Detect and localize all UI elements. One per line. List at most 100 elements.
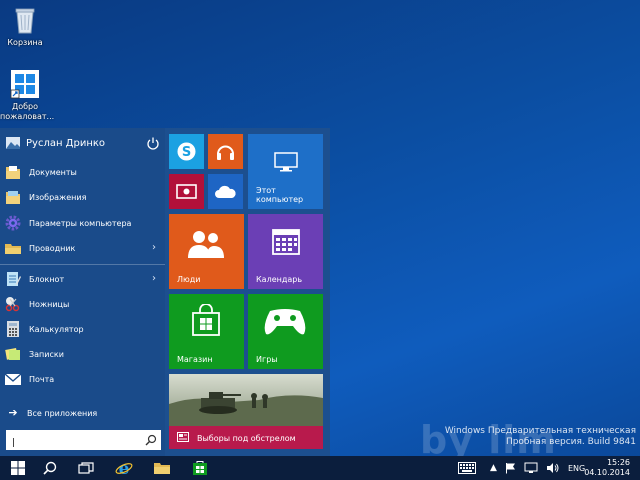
tile-label: Календарь — [256, 275, 303, 284]
input-language[interactable]: ENG — [568, 456, 585, 480]
menu-item-mail[interactable]: Почта — [4, 367, 162, 391]
taskbar-explorer-button[interactable] — [144, 456, 180, 480]
menu-item-snipping-tool[interactable]: Ножницы — [4, 292, 162, 316]
start-button[interactable] — [0, 456, 36, 480]
gear-icon — [5, 215, 21, 231]
all-apps-label: Все приложения — [27, 408, 98, 418]
tile-onedrive[interactable] — [208, 174, 243, 209]
clock-time: 15:26 — [606, 458, 630, 467]
menu-item-pc-settings[interactable]: Параметры компьютера — [4, 211, 162, 235]
notepad-icon — [7, 272, 21, 286]
news-photo — [169, 374, 323, 426]
people-icon — [188, 231, 224, 258]
taskbar: e ▲ ENG 15:26 04.10.2014 — [0, 456, 640, 480]
svg-text:e: e — [119, 459, 130, 477]
menu-item-calculator[interactable]: Калькулятор — [4, 317, 162, 341]
taskbar-search-button[interactable] — [32, 456, 68, 480]
power-icon[interactable] — [146, 136, 160, 150]
internet-explorer-icon: e — [115, 459, 133, 477]
recycle-bin-desktop-icon[interactable]: Корзина — [0, 4, 50, 48]
menu-item-label: Калькулятор — [29, 324, 84, 334]
tile-label: Люди — [177, 275, 201, 284]
watermark-line-1: Windows Предварительная техническая — [444, 426, 636, 436]
tile-skype[interactable]: S — [169, 134, 204, 169]
folder-icon — [154, 463, 170, 474]
tile-games[interactable]: Игры — [248, 294, 323, 369]
user-account[interactable]: Руслан Дринко — [6, 134, 162, 152]
scissors-icon — [5, 297, 20, 312]
all-apps-button[interactable]: ➔ Все приложения — [4, 401, 162, 425]
search-icon — [43, 461, 57, 475]
tile-people[interactable]: Люди — [169, 214, 244, 289]
menu-item-label: Блокнот — [29, 274, 65, 284]
tile-label: Этот компьютер — [256, 186, 304, 204]
volume-icon[interactable] — [546, 462, 560, 474]
taskbar-store-button[interactable] — [182, 456, 218, 480]
search-icon[interactable] — [145, 434, 157, 446]
store-icon — [193, 461, 207, 475]
tile-news[interactable]: Выборы под обстрелом — [169, 374, 323, 449]
store-bag-icon — [192, 304, 220, 336]
menu-item-label: Почта — [29, 374, 55, 384]
sticky-notes-icon — [5, 348, 20, 360]
user-name: Руслан Дринко — [26, 137, 106, 149]
user-avatar-icon — [6, 137, 20, 149]
search-input[interactable] — [6, 434, 136, 452]
menu-item-label: Параметры компьютера — [29, 218, 132, 228]
action-center-flag-icon[interactable] — [505, 462, 517, 474]
headphones-icon — [217, 145, 234, 160]
tile-label: Магазин — [177, 355, 213, 364]
menu-item-pictures[interactable]: Изображения — [4, 185, 162, 209]
menu-item-sticky-notes[interactable]: Записки — [4, 342, 162, 366]
windows-shortcut-icon — [9, 68, 41, 100]
tile-store[interactable]: Магазин — [169, 294, 244, 369]
chevron-right-icon[interactable]: › — [152, 242, 156, 253]
svg-text:S: S — [182, 145, 191, 160]
recycle-bin-label: Корзина — [7, 38, 43, 47]
gamepad-icon — [264, 309, 306, 335]
pictures-folder-icon — [6, 191, 20, 204]
watermark-line-2: Пробная версия. Build 9841 — [505, 437, 636, 447]
tile-label: Игры — [256, 355, 278, 364]
skype-icon: S — [177, 142, 196, 161]
task-view-button[interactable] — [68, 456, 104, 480]
keyboard-icon[interactable] — [458, 462, 476, 474]
calendar-icon — [272, 229, 300, 255]
clock-date: 04.10.2014 — [584, 468, 630, 477]
taskbar-ie-button[interactable]: e — [106, 456, 142, 480]
clock[interactable]: 15:26 04.10.2014 — [584, 458, 630, 478]
welcome-desktop-icon[interactable]: Добро пожаловат... — [0, 68, 55, 122]
video-icon — [176, 184, 197, 199]
menu-item-label: Записки — [29, 349, 64, 359]
show-hidden-icons-icon[interactable]: ▲ — [490, 456, 497, 480]
menu-item-label: Проводник — [29, 243, 76, 253]
recycle-bin-icon — [9, 4, 41, 36]
start-menu: Руслан Дринко Документы Изображения Пара… — [0, 128, 330, 456]
task-view-icon — [78, 462, 94, 474]
menu-item-explorer[interactable]: Проводник › — [4, 236, 162, 260]
cloud-icon — [215, 185, 236, 198]
menu-item-notepad[interactable]: Блокнот › — [4, 267, 162, 291]
welcome-label: Добро пожаловат... — [0, 102, 55, 121]
chevron-right-icon[interactable]: › — [152, 273, 156, 284]
tile-this-pc[interactable]: Этот компьютер — [248, 134, 323, 209]
tile-music[interactable] — [208, 134, 243, 169]
network-icon[interactable] — [524, 462, 538, 474]
start-menu-left-column: Руслан Дринко Документы Изображения Пара… — [0, 128, 165, 456]
computer-icon — [274, 152, 298, 172]
menu-item-label: Изображения — [29, 192, 87, 202]
menu-item-documents[interactable]: Документы — [4, 160, 162, 184]
start-search-box[interactable] — [6, 430, 161, 452]
menu-divider — [0, 264, 165, 265]
build-watermark: Windows Предварительная техническая Проб… — [445, 426, 636, 448]
tile-calendar[interactable]: Календарь — [248, 214, 323, 289]
menu-item-label: Ножницы — [29, 299, 70, 309]
menu-item-label: Документы — [29, 167, 77, 177]
tile-label: Выборы под обстрелом — [197, 434, 296, 443]
documents-folder-icon — [6, 166, 20, 179]
calculator-icon — [7, 321, 19, 337]
tile-video[interactable] — [169, 174, 204, 209]
explorer-folder-icon — [5, 244, 21, 254]
windows-logo-icon — [11, 461, 25, 475]
news-icon — [177, 432, 189, 442]
